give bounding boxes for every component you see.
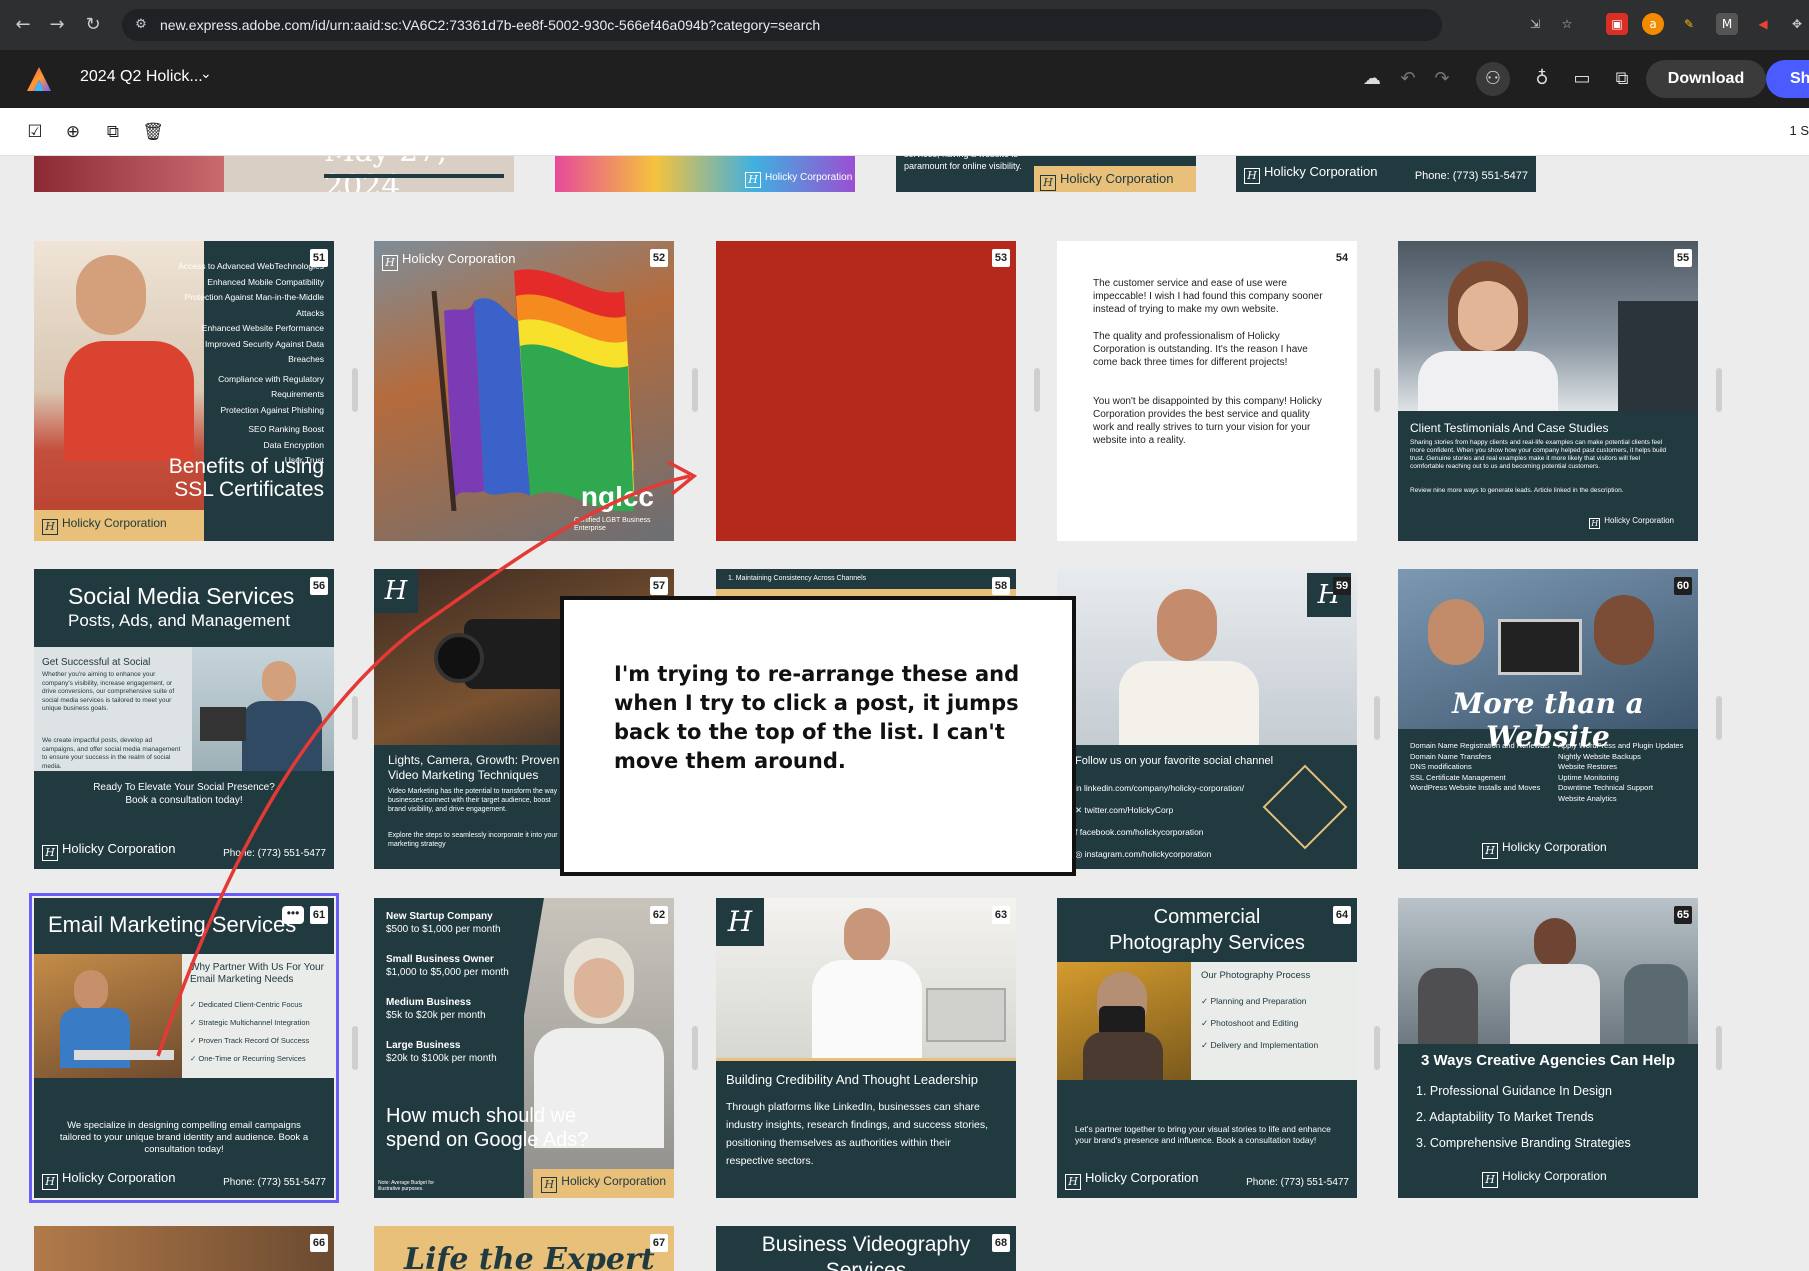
download-button[interactable]: Download — [1646, 60, 1766, 98]
undo-icon[interactable]: ↶ — [1396, 67, 1420, 91]
app-header: 2024 Q2 Holick... ⌄ ☁ ↶ ↷ ⚇ ♁ ▭ ⧉ Downlo… — [0, 50, 1809, 108]
browser-toolbar: ← → ↻ ⚙ new.express.adobe.com/id/urn:aai… — [0, 0, 1809, 50]
annotation-text: I'm trying to re-arrange these and when … — [614, 662, 1020, 773]
annotation-note: I'm trying to re-arrange these and when … — [560, 596, 1076, 876]
delete-icon[interactable]: 🗑 — [142, 121, 164, 143]
extension-icon[interactable]: M — [1716, 13, 1738, 35]
url-text: new.express.adobe.com/id/urn:aaid:sc:VA6… — [160, 17, 821, 33]
install-app-icon[interactable]: ⇲ — [1524, 13, 1546, 35]
share-button[interactable]: Sha — [1766, 60, 1809, 98]
extension-icon[interactable]: ▣ — [1606, 13, 1628, 35]
present-icon[interactable]: ⧉ — [1610, 67, 1634, 91]
chevron-down-icon[interactable]: ⌄ — [200, 66, 212, 82]
cloud-icon[interactable]: ☁ — [1360, 67, 1384, 91]
amazon-extension-icon[interactable]: a — [1642, 13, 1664, 35]
address-bar[interactable]: ⚙ new.express.adobe.com/id/urn:aaid:sc:V… — [122, 9, 1442, 41]
document-title[interactable]: 2024 Q2 Holick... — [80, 68, 203, 86]
select-all-icon[interactable]: ☑ — [24, 121, 46, 143]
page-toolbar: ☑ ⊕ ⧉ 🗑 1 S — [0, 108, 1809, 156]
toolbar-right-text: 1 S — [1789, 123, 1809, 138]
extensions-puzzle-icon[interactable]: ✥ — [1786, 13, 1808, 35]
forward-icon[interactable]: → — [44, 12, 70, 38]
reload-icon[interactable]: ↻ — [80, 12, 106, 38]
comment-icon[interactable]: ▭ — [1570, 67, 1594, 91]
add-page-icon[interactable]: ⊕ — [62, 121, 84, 143]
adobe-express-logo[interactable] — [26, 66, 52, 92]
site-info-icon[interactable]: ⚙ — [132, 16, 150, 34]
back-icon[interactable]: ← — [10, 12, 36, 38]
lightbulb-icon[interactable]: ♁ — [1530, 67, 1554, 91]
page-grid: May 27, 2024 HHolicky Corporation from p… — [0, 156, 1809, 1271]
redo-icon[interactable]: ↷ — [1430, 67, 1454, 91]
extension-icon[interactable]: ◀ — [1752, 13, 1774, 35]
extension-icon[interactable]: ✎ — [1678, 13, 1700, 35]
invite-user-icon[interactable]: ⚇ — [1476, 62, 1510, 96]
bookmark-star-icon[interactable]: ☆ — [1556, 13, 1578, 35]
duplicate-icon[interactable]: ⧉ — [102, 121, 124, 143]
